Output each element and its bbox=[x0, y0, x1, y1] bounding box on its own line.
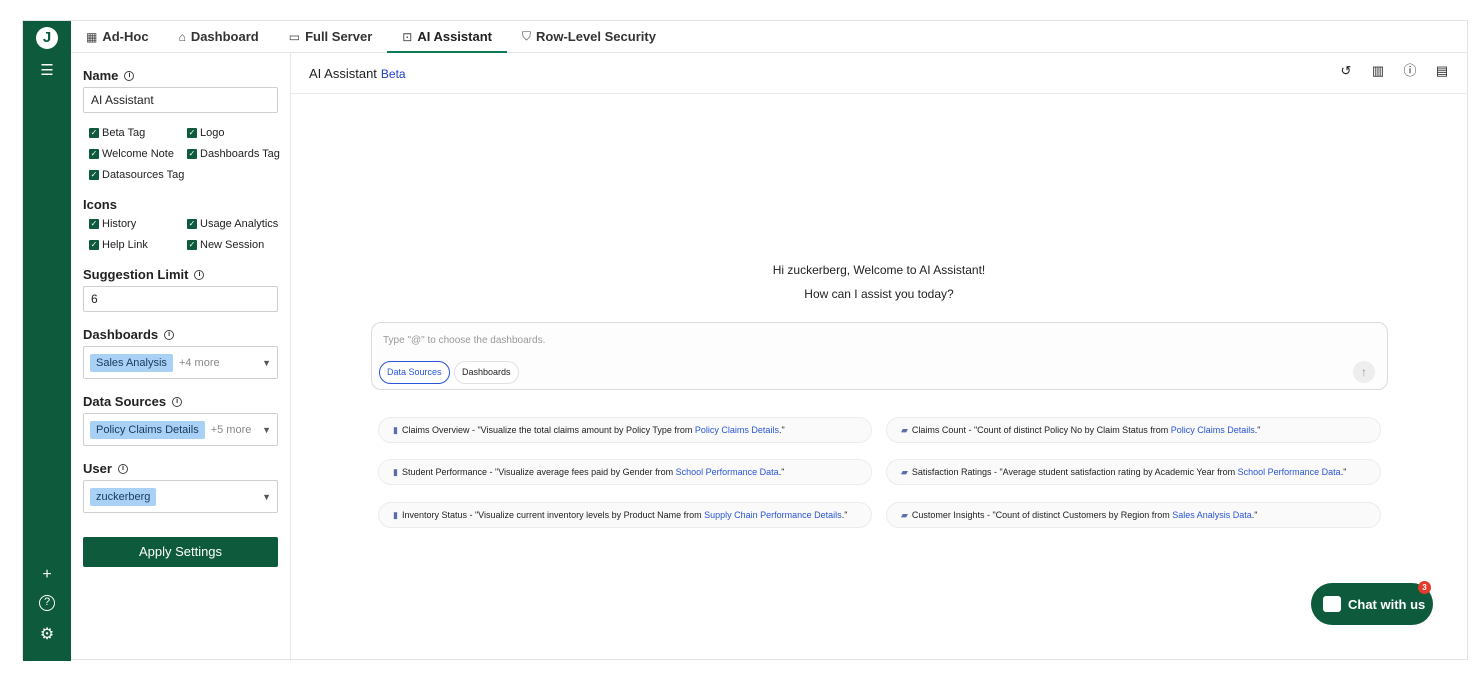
chevron-down-icon[interactable]: ▼ bbox=[262, 425, 271, 435]
gear-icon[interactable]: ⚙ bbox=[37, 625, 57, 645]
data-sources-pill[interactable]: Data Sources bbox=[379, 361, 450, 384]
info-icon[interactable]: i bbox=[194, 269, 205, 280]
name-input[interactable]: AI Assistant bbox=[83, 87, 278, 113]
check-icon: ✓ bbox=[89, 240, 99, 250]
user-label: User i bbox=[83, 461, 128, 476]
apply-settings-button[interactable]: Apply Settings bbox=[83, 537, 278, 567]
tab-label: Full Server bbox=[305, 29, 373, 44]
header-actions: ↺ ▥ ⓘ ▤ bbox=[1339, 64, 1449, 78]
tab-label: AI Assistant bbox=[417, 29, 492, 44]
chat-bubble-icon bbox=[1323, 596, 1341, 612]
suggestion-item[interactable]: ▮ Student Performance - "Visualize averag… bbox=[378, 459, 872, 485]
welcome-message: Hi zuckerberg, Welcome to AI Assistant! bbox=[772, 263, 986, 277]
info-icon[interactable]: i bbox=[164, 329, 175, 340]
chart-icon: ▮ bbox=[393, 467, 398, 477]
selected-chip[interactable]: Policy Claims Details bbox=[90, 420, 205, 439]
suggestion-item[interactable]: ▰ Customer Insights - "Count of distinct … bbox=[886, 502, 1381, 528]
check-icon: ✓ bbox=[89, 219, 99, 229]
chart-icon: ▮ bbox=[393, 425, 398, 435]
app-logo[interactable]: J bbox=[36, 27, 58, 49]
selected-chip[interactable]: zuckerberg bbox=[90, 487, 157, 506]
check-icon: ✓ bbox=[89, 128, 99, 138]
help-icon[interactable]: ? bbox=[39, 595, 55, 611]
chevron-down-icon[interactable]: ▼ bbox=[262, 358, 271, 368]
prompt-box[interactable]: Type "@" to choose the dashboards. Data … bbox=[371, 322, 1388, 390]
history-icon[interactable]: ↺ bbox=[1339, 64, 1353, 78]
checkbox-logo[interactable]: ✓ Logo bbox=[187, 127, 224, 139]
analytics-icon[interactable]: ▥ bbox=[1371, 64, 1385, 78]
check-icon: ✓ bbox=[187, 128, 197, 138]
tab-label: Ad-Hoc bbox=[102, 29, 149, 44]
tab-ai-assistant[interactable]: ⊡ AI Assistant bbox=[387, 21, 507, 53]
grid-icon: ▦ bbox=[86, 29, 98, 44]
checkbox-beta-tag[interactable]: ✓ Beta Tag bbox=[89, 127, 145, 139]
datasources-select[interactable]: Policy Claims Details +5 more ▼ bbox=[83, 413, 278, 446]
info-icon[interactable]: i bbox=[124, 70, 135, 81]
check-icon: ✓ bbox=[89, 170, 99, 180]
tab-bar: ▦ Ad-Hoc ⌂ Dashboard ▭ Full Server ⊡ AI … bbox=[71, 21, 1467, 53]
assistant-main: AI Assistant Beta ↺ ▥ ⓘ ▤ Hi zuckerberg, … bbox=[291, 53, 1467, 661]
assistant-header: AI Assistant Beta ↺ ▥ ⓘ ▤ bbox=[291, 53, 1467, 94]
suggestion-item[interactable]: ▰ Satisfaction Ratings - "Average student… bbox=[886, 459, 1381, 485]
robot-icon: ⊡ bbox=[402, 29, 413, 44]
monitor-icon: ▭ bbox=[288, 29, 301, 44]
app-window: J ☰ + ? ⚙ ▦ Ad-Hoc ⌂ Dashboard ▭ Full Se… bbox=[22, 20, 1468, 661]
beta-badge: Beta bbox=[380, 67, 406, 81]
checkbox-welcome-note[interactable]: ✓ Welcome Note bbox=[89, 148, 174, 160]
new-session-icon[interactable]: ▤ bbox=[1435, 64, 1449, 78]
tab-label: Dashboard bbox=[190, 29, 259, 44]
suggestion-item[interactable]: ▮ Claims Overview - "Visualize the total … bbox=[378, 417, 872, 443]
info-icon[interactable]: i bbox=[117, 463, 128, 474]
welcome-question: How can I assist you today? bbox=[804, 287, 954, 301]
checkbox-new-session[interactable]: ✓ New Session bbox=[187, 239, 264, 251]
name-label: Name i bbox=[83, 68, 135, 83]
shield-icon: ⛉ bbox=[521, 29, 531, 43]
tab-full-server[interactable]: ▭ Full Server bbox=[274, 21, 388, 52]
tab-dashboard[interactable]: ⌂ Dashboard bbox=[164, 21, 274, 52]
notification-badge: 3 bbox=[1418, 581, 1431, 594]
hamburger-icon[interactable]: ☰ bbox=[38, 61, 56, 79]
dashboards-label: Dashboards i bbox=[83, 327, 175, 342]
prompt-placeholder: Type "@" to choose the dashboards. bbox=[383, 335, 546, 346]
check-icon: ✓ bbox=[187, 219, 197, 229]
checkbox-help-link[interactable]: ✓ Help Link bbox=[89, 239, 148, 251]
edit-chart-icon: ▰ bbox=[901, 510, 908, 520]
check-icon: ✓ bbox=[187, 240, 197, 250]
checkbox-dashboards-tag[interactable]: ✓ Dashboards Tag bbox=[187, 148, 280, 160]
tab-label: Row-Level Security bbox=[536, 29, 656, 44]
dashboards-select[interactable]: Sales Analysis +4 more ▼ bbox=[83, 346, 278, 379]
datasources-label: Data Sources i bbox=[83, 394, 183, 409]
suggestion-item[interactable]: ▮ Inventory Status - "Visualize current i… bbox=[378, 502, 872, 528]
edit-chart-icon: ▰ bbox=[901, 467, 908, 477]
more-count: +5 more bbox=[210, 423, 252, 436]
chat-label: Chat with us bbox=[1348, 596, 1426, 612]
chevron-down-icon[interactable]: ▼ bbox=[262, 492, 271, 502]
check-icon: ✓ bbox=[89, 149, 99, 159]
home-icon: ⌂ bbox=[178, 29, 186, 44]
selected-chip[interactable]: Sales Analysis bbox=[90, 353, 173, 372]
info-icon[interactable]: i bbox=[172, 396, 183, 407]
check-icon: ✓ bbox=[187, 149, 197, 159]
left-rail: J ☰ + ? ⚙ bbox=[23, 21, 71, 661]
icons-label: Icons bbox=[83, 197, 117, 212]
more-count: +4 more bbox=[178, 356, 220, 369]
suggestion-limit-label: Suggestion Limit i bbox=[83, 267, 205, 282]
page-title: AI Assistant Beta bbox=[309, 66, 406, 81]
suggestion-limit-input[interactable]: 6 bbox=[83, 286, 278, 312]
help-icon[interactable]: ⓘ bbox=[1403, 64, 1417, 78]
dashboards-pill[interactable]: Dashboards bbox=[454, 361, 519, 384]
suggestion-item[interactable]: ▰ Claims Count - "Count of distinct Polic… bbox=[886, 417, 1381, 443]
plus-icon[interactable]: + bbox=[37, 565, 57, 585]
edit-chart-icon: ▰ bbox=[901, 425, 908, 435]
checkbox-datasources-tag[interactable]: ✓ Datasources Tag bbox=[89, 169, 184, 181]
send-arrow-icon[interactable]: ↑ bbox=[1353, 361, 1375, 383]
user-select[interactable]: zuckerberg ▼ bbox=[83, 480, 278, 513]
chart-icon: ▮ bbox=[393, 510, 398, 520]
tab-row-level-security[interactable]: ⛉ Row-Level Security bbox=[507, 21, 671, 52]
checkbox-history[interactable]: ✓ History bbox=[89, 218, 136, 230]
chat-with-us-button[interactable]: Chat with us 3 bbox=[1311, 581, 1433, 625]
settings-panel: Name i AI Assistant ✓ Beta Tag ✓ Logo ✓ Wel… bbox=[71, 53, 291, 661]
tab-ad-hoc[interactable]: ▦ Ad-Hoc bbox=[71, 21, 164, 52]
checkbox-usage-analytics[interactable]: ✓ Usage Analytics bbox=[187, 218, 278, 230]
